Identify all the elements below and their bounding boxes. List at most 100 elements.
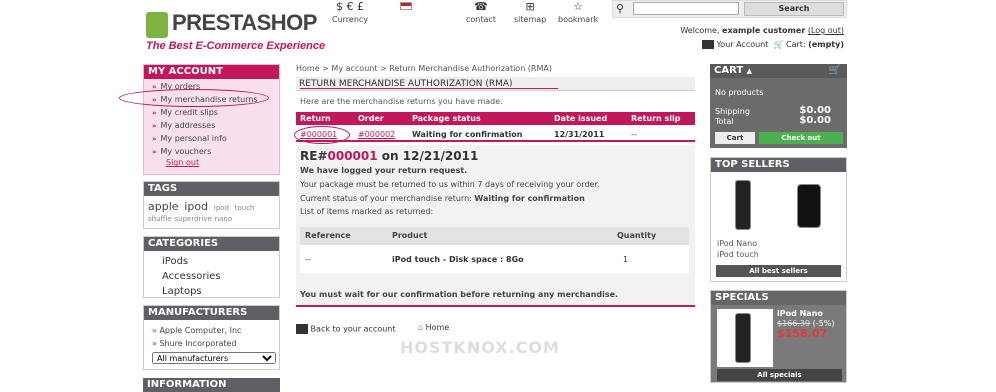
account-icon — [296, 324, 308, 334]
tag-ipod[interactable]: ipod — [184, 200, 208, 213]
tag-superdrive[interactable]: superdrive — [174, 215, 211, 223]
account-item-credit-slips[interactable]: » My credit slips — [152, 107, 279, 120]
tag-apple[interactable]: apple — [148, 200, 179, 213]
ipod-touch-image[interactable] — [797, 184, 821, 228]
cart-block: CART ▲ 🛒 No products Shipping $0.00 Tota… — [710, 64, 847, 148]
categories-list: iPods Accessories Laptops — [144, 251, 279, 299]
manufacturer-apple[interactable]: » Apple Computer, Inc — [152, 324, 279, 337]
welcome-text: Welcome, — [680, 26, 720, 35]
heading-prefix: RE# — [300, 149, 328, 163]
col-return-slip: Return slip — [631, 114, 681, 123]
account-item-personal-info[interactable]: » My personal info — [152, 133, 279, 146]
cart-icon: 🛒 — [828, 65, 841, 76]
categories-title: CATEGORIES — [144, 237, 279, 251]
us-flag-icon[interactable] — [400, 2, 412, 10]
currency-symbols[interactable]: $ € £ — [332, 1, 368, 13]
account-item-label: My vouchers — [160, 146, 212, 156]
tag-touch[interactable]: touch — [235, 204, 255, 212]
col-return: Return — [300, 114, 331, 123]
all-specials-button[interactable]: All specials — [717, 369, 842, 381]
logo-tagline: The Best E-Commerce Experience — [146, 40, 326, 52]
currency-label: Currency — [332, 15, 369, 24]
manufacturer-shure[interactable]: » Shure Incorporated — [152, 337, 279, 350]
cart-button[interactable]: Cart — [715, 132, 755, 144]
cart-label[interactable]: Cart: — [786, 40, 806, 49]
account-item-vouchers[interactable]: » My vouchers — [152, 146, 279, 159]
special-product-name[interactable]: iPod Nano — [777, 309, 834, 319]
item-product: iPod touch - Disk space : 8Go — [392, 255, 524, 264]
special-new-price: $158.07 — [777, 327, 828, 340]
information-title: INFORMATION — [143, 378, 280, 392]
top-seller-ipod-touch[interactable]: iPod touch — [717, 249, 759, 260]
returned-items-table: Reference Product Quantity -- iPod touch… — [300, 227, 689, 273]
table-header: Return Order Package status Date issued … — [296, 112, 695, 125]
returns-table: Return Order Package status Date issued … — [296, 112, 695, 142]
bookmark-label: bookmark — [558, 15, 599, 24]
col-reference: Reference — [305, 231, 351, 240]
total-value: $0.00 — [799, 115, 831, 126]
cart-icon: 🛒 — [773, 40, 784, 49]
highlight-circle-return — [294, 126, 350, 144]
tag-nano[interactable]: nano — [215, 215, 232, 223]
manufacturers-title: MANUFACTURERS — [144, 306, 279, 320]
account-icon — [701, 40, 714, 49]
cart-title-bar: CART ▲ 🛒 — [710, 64, 847, 78]
detail-bottom-border — [296, 305, 695, 307]
breadcrumb-home[interactable]: Home — [296, 64, 320, 73]
checkout-button[interactable]: Check out — [759, 132, 843, 144]
tag-ipod-small[interactable]: Ipod — [214, 204, 229, 212]
manufacturer-label: Shure Incorporated — [159, 339, 237, 348]
order-link[interactable]: #000002 — [358, 130, 395, 139]
category-ipods[interactable]: iPods — [162, 254, 279, 269]
sitemap-link[interactable]: ⊞ sitemap — [514, 1, 547, 25]
special-info: iPod Nano $166.39 (-5%) $158.07 — [777, 309, 834, 339]
caret-up-icon[interactable]: ▲ — [747, 67, 752, 75]
category-accessories[interactable]: Accessories — [162, 269, 279, 284]
search-input[interactable] — [633, 2, 739, 15]
home-link[interactable]: ⌂ Home — [418, 323, 449, 332]
category-laptops[interactable]: Laptops — [162, 284, 279, 299]
customer-name: example customer — [722, 26, 806, 35]
search-icon: ⚲ — [616, 2, 625, 15]
currency-selector[interactable]: $ € £ Currency — [332, 1, 369, 25]
top-sellers-block: TOP SELLERS iPod Nano iPod touch All bes… — [710, 157, 847, 282]
contact-link[interactable]: ☎ contact — [466, 1, 496, 25]
my-account-block: MY ACCOUNT » My orders » My merchandise re… — [143, 64, 280, 175]
categories-block: CATEGORIES iPods Accessories Laptops — [143, 236, 280, 298]
account-item-label: My credit slips — [160, 107, 218, 117]
back-link-label: Back to your account — [310, 324, 396, 334]
my-account-title: MY ACCOUNT — [144, 65, 279, 79]
date-issued-value: 12/31/2011 — [554, 130, 605, 139]
col-product: Product — [392, 231, 428, 240]
bookmark-link[interactable]: ☆ bookmark — [558, 1, 599, 25]
ipod-nano-special-image[interactable] — [735, 313, 751, 363]
contact-label: contact — [466, 15, 496, 24]
sitemap-label: sitemap — [514, 15, 547, 24]
tag-shuffle[interactable]: shuffle — [148, 215, 172, 223]
double-chevron-icon: » — [152, 121, 157, 130]
col-order: Order — [358, 114, 384, 123]
cart-no-products: No products — [715, 88, 764, 97]
your-account-link[interactable]: Your Account — [716, 40, 768, 49]
manufacturer-label: Apple Computer, Inc — [159, 326, 242, 335]
breadcrumb-current: Return Merchandise Authorization (RMA) — [389, 64, 552, 73]
manufacturers-select[interactable]: All manufacturers — [152, 352, 276, 364]
all-best-sellers-button[interactable]: All best sellers — [716, 265, 841, 277]
back-to-account-link[interactable]: Back to your account — [296, 324, 396, 334]
return-detail: RE#000001 on 12/21/2011 We have logged y… — [296, 145, 695, 307]
home-link-label: Home — [425, 323, 450, 332]
breadcrumb-account[interactable]: My account — [331, 64, 377, 73]
total-label: Total — [715, 117, 734, 126]
account-item-addresses[interactable]: » My addresses — [152, 120, 279, 133]
logout-link[interactable]: (Log out) — [808, 26, 844, 35]
sign-out-link[interactable]: Sign out — [144, 158, 279, 167]
manufacturers-block: MANUFACTURERS » Apple Computer, Inc » Sh… — [143, 305, 280, 370]
package-status-value: Waiting for confirmation — [412, 130, 523, 139]
ipod-nano-image[interactable] — [735, 180, 751, 230]
search-button[interactable]: Search — [744, 2, 844, 16]
top-seller-ipod-nano[interactable]: iPod Nano — [717, 238, 759, 249]
shopping-bag-icon — [146, 12, 168, 38]
item-quantity: 1 — [623, 255, 629, 264]
within-days-message: Your package must be returned to us with… — [300, 180, 600, 189]
watermark: HOSTKNOX.COM — [400, 338, 560, 357]
